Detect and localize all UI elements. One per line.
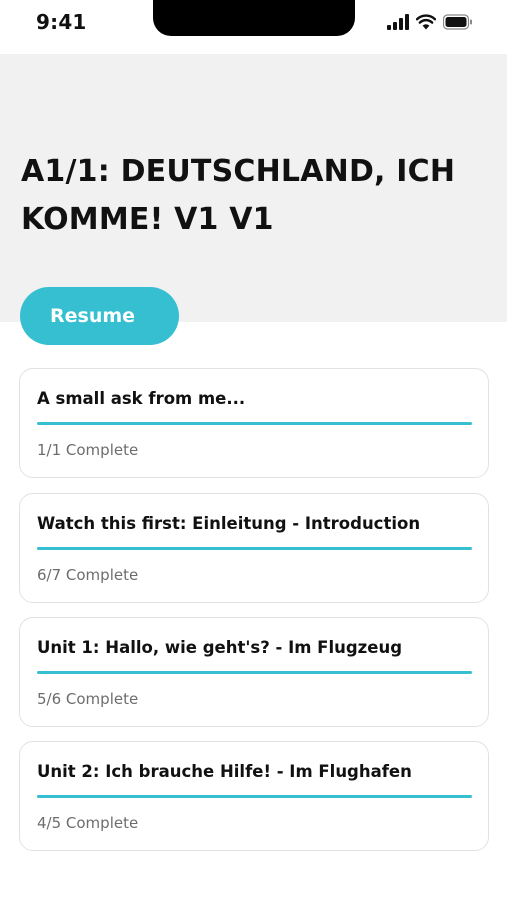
status-time: 9:41 [36, 10, 87, 34]
lesson-card[interactable]: Watch this first: Einleitung - Introduct… [19, 493, 489, 603]
lesson-progress-fill [37, 422, 472, 425]
course-header: A1/1: DEUTSCHLAND, ICH KOMME! v1 v1 [0, 54, 507, 322]
lesson-status: 6/7 Complete [37, 566, 139, 584]
lesson-progress-bar [37, 671, 472, 674]
lesson-progress-bar [37, 795, 472, 798]
lesson-status: 1/1 Complete [37, 441, 139, 459]
lesson-title: Unit 1: Hallo, wie geht's? - Im Flugzeug [37, 638, 403, 657]
status-bar: 9:41 [0, 0, 507, 54]
lesson-title: Unit 2: Ich brauche Hilfe! - Im Flughafe… [37, 762, 412, 781]
lesson-progress-fill [37, 547, 472, 550]
lesson-progress-fill [37, 795, 472, 798]
lesson-card[interactable]: Unit 2: Ich brauche Hilfe! - Im Flughafe… [19, 741, 489, 851]
status-icons [387, 14, 473, 34]
wifi-icon [415, 14, 437, 34]
lesson-title: A small ask from me... [37, 389, 246, 408]
battery-icon [442, 14, 473, 34]
resume-button[interactable]: Resume [20, 287, 179, 345]
lesson-status: 5/6 Complete [37, 690, 139, 708]
lesson-card[interactable]: Unit 1: Hallo, wie geht's? - Im Flugzeug… [19, 617, 489, 727]
lesson-progress-bar [37, 547, 472, 550]
lesson-title: Watch this first: Einleitung - Introduct… [37, 514, 421, 533]
lesson-progress-bar [37, 422, 472, 425]
course-title: A1/1: DEUTSCHLAND, ICH KOMME! v1 v1 [21, 154, 456, 237]
lesson-card[interactable]: A small ask from me... 1/1 Complete [19, 368, 489, 478]
cellular-signal-icon [387, 14, 409, 34]
device-notch [153, 0, 355, 36]
course-screen: 9:41 A1/1: DEUTSCHLAND, ICH KOMME! V1 V1… [0, 0, 507, 900]
lesson-progress-fill [37, 671, 472, 674]
lesson-status: 4/5 Complete [37, 814, 139, 832]
